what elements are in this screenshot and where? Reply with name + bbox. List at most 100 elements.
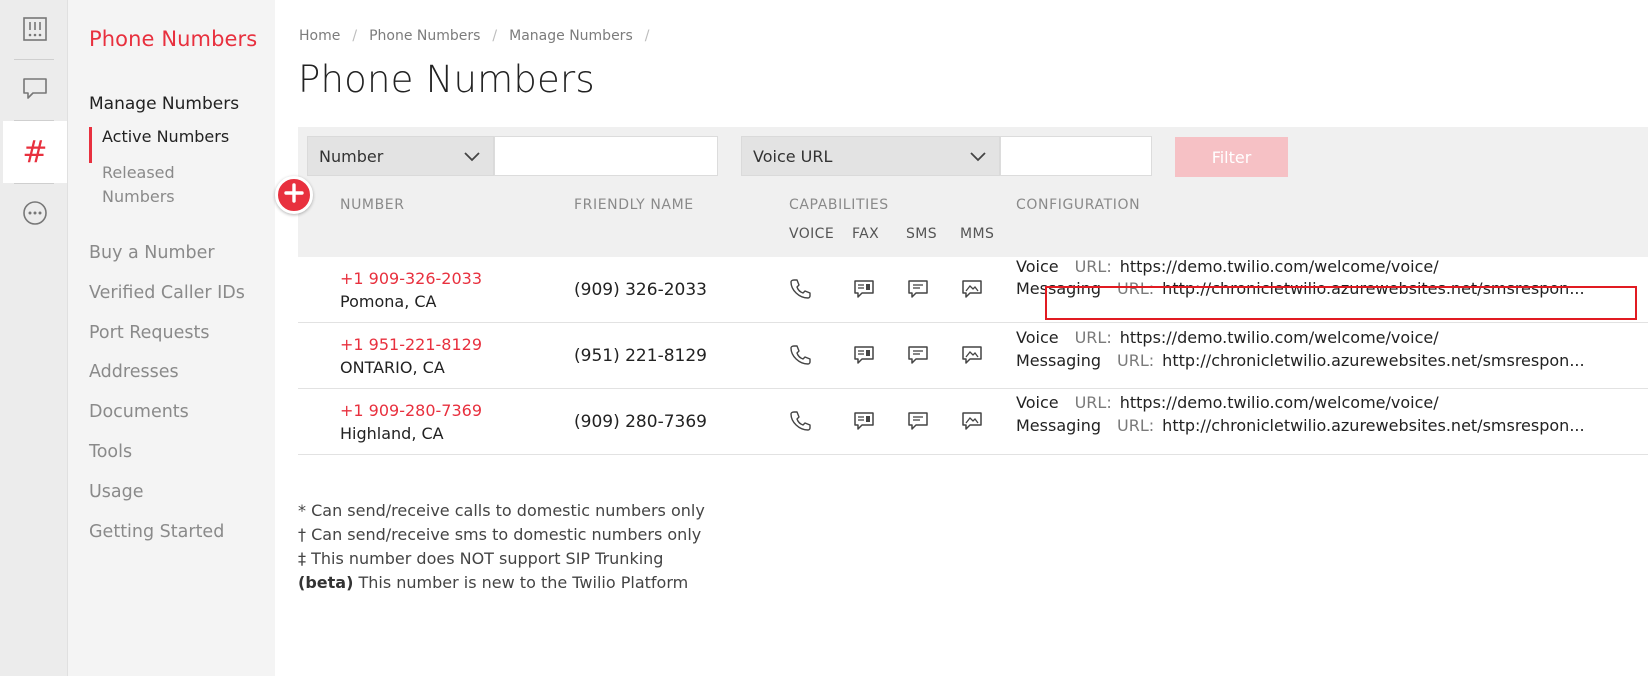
filter-value-input-1[interactable] (494, 136, 718, 176)
filter-field-select-2-value: Voice URL (753, 146, 833, 166)
sms-icon (906, 344, 930, 370)
nav-item-documents[interactable]: Documents (89, 402, 189, 422)
breadcrumb-separator: / (352, 28, 358, 44)
config-messaging-label: Messaging (1016, 416, 1102, 435)
footnote-text: This number does NOT support SIP Trunkin… (311, 549, 664, 568)
hash-icon: # (22, 134, 48, 170)
breadcrumb-manage-numbers[interactable]: Manage Numbers (509, 28, 633, 44)
footnote: † Can send/receive sms to domestic numbe… (298, 523, 705, 547)
config-messaging-url[interactable]: http://chronicletwilio.azurewebsites.net… (1162, 351, 1584, 370)
nav-item-addresses[interactable]: Addresses (89, 362, 179, 382)
config-url-label: URL: (1117, 351, 1155, 370)
footnote-mark: * (298, 501, 306, 520)
footnotes: * Can send/receive calls to domestic num… (298, 499, 705, 595)
breadcrumb-separator: / (492, 28, 498, 44)
capability-header-mms: MMS (960, 226, 995, 242)
phone-number-location: Pomona, CA (340, 292, 437, 311)
nav-item-buy-a-number[interactable]: Buy a Number (89, 243, 215, 263)
column-header-friendly-name[interactable]: FRIENDLY NAME (574, 197, 694, 213)
config-voice-line: Voice URL: https://demo.twilio.com/welcome… (1016, 257, 1439, 276)
add-number-button[interactable] (275, 176, 313, 214)
config-voice-url[interactable]: https://demo.twilio.com/welcome/voice/ (1120, 257, 1439, 276)
nav-item-port-requests[interactable]: Port Requests (89, 323, 209, 343)
config-voice-label: Voice (1016, 393, 1059, 412)
config-messaging-url[interactable]: http://chronicletwilio.azurewebsites.net… (1162, 416, 1584, 435)
phone-icon (789, 278, 811, 304)
config-voice-line: Voice URL: https://demo.twilio.com/welcome… (1016, 328, 1439, 347)
filter-field-select-1[interactable]: Number (307, 136, 494, 176)
rail-item-phone-numbers[interactable]: # (3, 121, 67, 183)
breadcrumb-home[interactable]: Home (299, 28, 340, 44)
phone-icon (789, 410, 811, 436)
config-messaging-line: Messaging URL: http://chronicletwilio.azur… (1016, 351, 1585, 370)
footnote-text: This number is new to the Twilio Platfor… (358, 573, 689, 592)
icon-rail: # (0, 0, 68, 676)
fax-icon (852, 344, 876, 370)
chat-icon (21, 75, 49, 105)
filter-field-select-1-value: Number (319, 146, 384, 166)
nav-section-manage-numbers[interactable]: Manage Numbers (89, 94, 239, 114)
friendly-name: (909) 280-7369 (574, 412, 707, 432)
capability-header-fax: FAX (852, 226, 880, 242)
phone-number-link[interactable]: +1 951-221-8129 (340, 335, 482, 354)
config-voice-label: Voice (1016, 257, 1059, 276)
footnote: * Can send/receive calls to domestic num… (298, 499, 705, 523)
footnote-mark: (beta) (298, 573, 354, 592)
nav-item-usage[interactable]: Usage (89, 482, 144, 502)
nav-item-active-numbers[interactable]: Active Numbers (102, 127, 229, 146)
config-voice-url[interactable]: https://demo.twilio.com/welcome/voice/ (1120, 393, 1439, 412)
highlight-annotation-box (1045, 286, 1637, 320)
phone-number-link[interactable]: +1 909-280-7369 (340, 401, 482, 420)
column-header-configuration: CONFIGURATION (1016, 197, 1141, 213)
config-url-label: URL: (1074, 257, 1112, 276)
fax-icon (852, 410, 876, 436)
rail-item-chat[interactable] (3, 59, 67, 121)
main-content: Home / Phone Numbers / Manage Numbers / … (275, 0, 1648, 676)
footnote-text: Can send/receive calls to domestic numbe… (311, 501, 705, 520)
column-header-capabilities: CAPABILITIES (789, 197, 889, 213)
rail-item-more[interactable] (3, 184, 67, 246)
phone-number-location: ONTARIO, CA (340, 358, 445, 377)
nav-item-released-numbers[interactable]: Released Numbers (102, 161, 212, 209)
table-row: +1 909-280-7369 Highland, CA (909) 280-7… (298, 389, 1648, 455)
breadcrumb-phone-numbers[interactable]: Phone Numbers (369, 28, 480, 44)
filter-value-input-2[interactable] (1000, 136, 1152, 176)
config-messaging-label: Messaging (1016, 351, 1102, 370)
config-voice-line: Voice URL: https://demo.twilio.com/welcome… (1016, 393, 1439, 412)
filter-field-select-2[interactable]: Voice URL (741, 136, 1000, 176)
chevron-down-icon (463, 148, 481, 168)
nav-active-indicator (89, 127, 92, 163)
footnote-mark: ‡ (298, 549, 306, 568)
secondary-nav: Phone Numbers Manage Numbers Active Numb… (68, 0, 275, 676)
nav-item-tools[interactable]: Tools (89, 442, 132, 462)
dashboard-icon (22, 16, 48, 46)
mms-icon (960, 410, 984, 436)
footnote-mark: † (298, 525, 306, 544)
config-messaging-line: Messaging URL: http://chronicletwilio.azur… (1016, 416, 1585, 435)
plus-icon (284, 183, 304, 207)
filter-bar: Number Voice URL Filter NUMBER FRIENDLY … (298, 127, 1648, 257)
mms-icon (960, 344, 984, 370)
rail-item-dashboard[interactable] (3, 0, 67, 62)
phone-icon (789, 344, 811, 370)
footnote: ‡ This number does NOT support SIP Trunk… (298, 547, 705, 571)
capability-header-voice: VOICE (789, 226, 835, 242)
mms-icon (960, 278, 984, 304)
config-voice-label: Voice (1016, 328, 1059, 347)
filter-button[interactable]: Filter (1175, 137, 1288, 177)
nav-title[interactable]: Phone Numbers (89, 27, 257, 51)
fax-icon (852, 278, 876, 304)
more-icon (22, 200, 48, 230)
phone-number-link[interactable]: +1 909-326-2033 (340, 269, 482, 288)
config-url-label: URL: (1117, 416, 1155, 435)
config-url-label: URL: (1074, 328, 1112, 347)
column-header-number[interactable]: NUMBER (340, 197, 405, 213)
config-url-label: URL: (1074, 393, 1112, 412)
footnote-text: Can send/receive sms to domestic numbers… (311, 525, 702, 544)
capability-header-sms: SMS (906, 226, 938, 242)
nav-item-getting-started[interactable]: Getting Started (89, 522, 224, 542)
breadcrumb-separator: / (644, 28, 650, 44)
chevron-down-icon (969, 148, 987, 168)
config-voice-url[interactable]: https://demo.twilio.com/welcome/voice/ (1120, 328, 1439, 347)
nav-item-verified-caller-ids[interactable]: Verified Caller IDs (89, 283, 245, 303)
